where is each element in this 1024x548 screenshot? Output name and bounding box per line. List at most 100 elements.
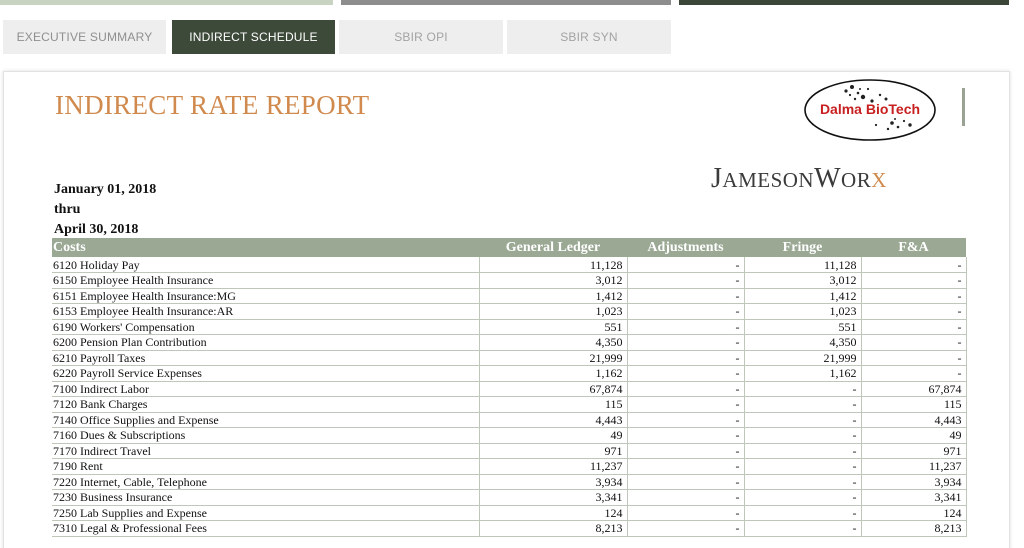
cost-cell: 7190 Rent [52,458,479,475]
cost-cell: 6220 Payroll Service Expenses [52,365,479,382]
general-ledger-cell: 1,023 [478,303,627,320]
fa-cell: - [860,272,967,289]
general-ledger-cell: 49 [478,427,627,444]
adjustments-cell: - [626,505,744,521]
general-ledger-cell: 11,237 [478,458,627,475]
cost-cell: 6150 Employee Health Insurance [52,272,479,289]
adjustments-cell: - [626,427,744,444]
table-row: 7310 Legal & Professional Fees 8,213- -8,2… [52,520,967,537]
dalma-logo-text: Dalma BioTech [820,101,920,117]
general-ledger-cell: 3,012 [478,272,627,289]
fa-cell: 3,934 [860,474,967,490]
table-row: 7190 Rent 11,237- -11,237 [52,458,967,475]
cost-cell: 6153 Employee Health Insurance:AR [52,303,479,320]
cost-cell: 7170 Indirect Travel [52,443,479,459]
table-row: 7140 Office Supplies and Expense 4,443- -4… [52,412,967,428]
table-row: 7250 Lab Supplies and Expense 124- -124 [52,505,967,521]
adjustments-cell: - [626,489,744,506]
table-row: 7170 Indirect Travel 971- -971 [52,443,967,459]
adjustments-cell: - [626,319,744,335]
table-row: 7120 Bank Charges 115- -115 [52,396,967,413]
cost-cell: 7230 Business Insurance [52,489,479,506]
fringe-cell: - [743,489,861,506]
fringe-cell: 551 [743,319,861,335]
fa-cell: 49 [860,427,967,444]
report-date-range: January 01, 2018 thru April 30, 2018 [54,180,156,240]
cost-cell: 7140 Office Supplies and Expense [52,412,479,428]
fringe-cell: - [743,412,861,428]
fringe-cell: 1,162 [743,365,861,382]
adjustments-cell: - [626,443,744,459]
table-row: 6190 Workers' Compensation 551-551- [52,319,967,335]
fringe-cell: 21,999 [743,350,861,366]
table-row: 7100 Indirect Labor 67,874- -67,874 [52,381,967,397]
cost-cell: 7250 Lab Supplies and Expense [52,505,479,521]
jamesonworx-logo: JAMESONWORX [711,163,887,194]
fringe-cell: 1,023 [743,303,861,320]
dalma-biotech-logo: Dalma BioTech [800,75,940,145]
table-row: 6220 Payroll Service Expenses 1,162-1,162… [52,365,967,382]
table-row: 6151 Employee Health Insurance:MG 1,412-1… [52,288,967,304]
adjustments-cell: - [626,257,744,273]
end-date: April 30, 2018 [54,222,139,237]
fringe-cell: - [743,396,861,413]
adjustments-cell: - [626,458,744,475]
header-fringe: Fringe [744,238,861,257]
table-header-row: Costs General Ledger Adjustments Fringe … [52,238,966,257]
adjustments-cell: - [626,272,744,289]
adjustments-cell: - [626,303,744,320]
adjustments-cell: - [626,288,744,304]
table-row: 6120 Holiday Pay 11,128-11,128- [52,257,967,273]
general-ledger-cell: 124 [478,505,627,521]
fa-cell: - [860,334,967,351]
fringe-cell: - [743,443,861,459]
top-strip-light [0,0,333,5]
general-ledger-cell: 971 [478,443,627,459]
general-ledger-cell: 551 [478,319,627,335]
fringe-cell: 3,012 [743,272,861,289]
table-row: 7230 Business Insurance 3,341- -3,341 [52,489,967,506]
general-ledger-cell: 3,934 [478,474,627,490]
table-row: 6153 Employee Health Insurance:AR 1,023-1… [52,303,967,320]
fringe-cell: 1,412 [743,288,861,304]
top-strip-dark [679,0,1009,5]
fa-cell: 971 [860,443,967,459]
tab-executive-summary[interactable]: EXECUTIVE SUMMARY [3,20,166,54]
general-ledger-cell: 115 [478,396,627,413]
fringe-cell: 4,350 [743,334,861,351]
general-ledger-cell: 1,162 [478,365,627,382]
fringe-cell: 11,128 [743,257,861,273]
report-title: INDIRECT RATE REPORT [55,90,370,120]
general-ledger-cell: 67,874 [478,381,627,397]
adjustments-cell: - [626,396,744,413]
adjustments-cell: - [626,520,744,537]
fringe-cell: - [743,381,861,397]
fa-cell: - [860,288,967,304]
cost-cell: 7100 Indirect Labor [52,381,479,397]
cost-cell: 6120 Holiday Pay [52,257,479,273]
table-row: 7160 Dues & Subscriptions 49- -49 [52,427,967,444]
fa-cell: 4,443 [860,412,967,428]
fringe-cell: - [743,474,861,490]
tab-sbir-opi[interactable]: SBIR OPI [339,20,503,54]
fa-cell: - [860,319,967,335]
header-adjustments: Adjustments [627,238,744,257]
adjustments-cell: - [626,334,744,351]
general-ledger-cell: 4,350 [478,334,627,351]
cost-cell: 6151 Employee Health Insurance:MG [52,288,479,304]
general-ledger-cell: 3,341 [478,489,627,506]
header-fa: F&A [861,238,966,257]
header-general-ledger: General Ledger [479,238,627,257]
fa-cell: 67,874 [860,381,967,397]
start-date: January 01, 2018 [54,182,157,197]
tab-indirect-schedule[interactable]: INDIRECT SCHEDULE [172,20,335,54]
general-ledger-cell: 4,443 [478,412,627,428]
tab-sbir-syn[interactable]: SBIR SYN [507,20,671,54]
fringe-cell: - [743,520,861,537]
fringe-cell: - [743,505,861,521]
cost-cell: 6190 Workers' Compensation [52,319,479,335]
general-ledger-cell: 8,213 [478,520,627,537]
table-row: 6150 Employee Health Insurance 3,012-3,01… [52,272,967,289]
fa-cell: - [860,257,967,273]
fa-cell: 124 [860,505,967,521]
